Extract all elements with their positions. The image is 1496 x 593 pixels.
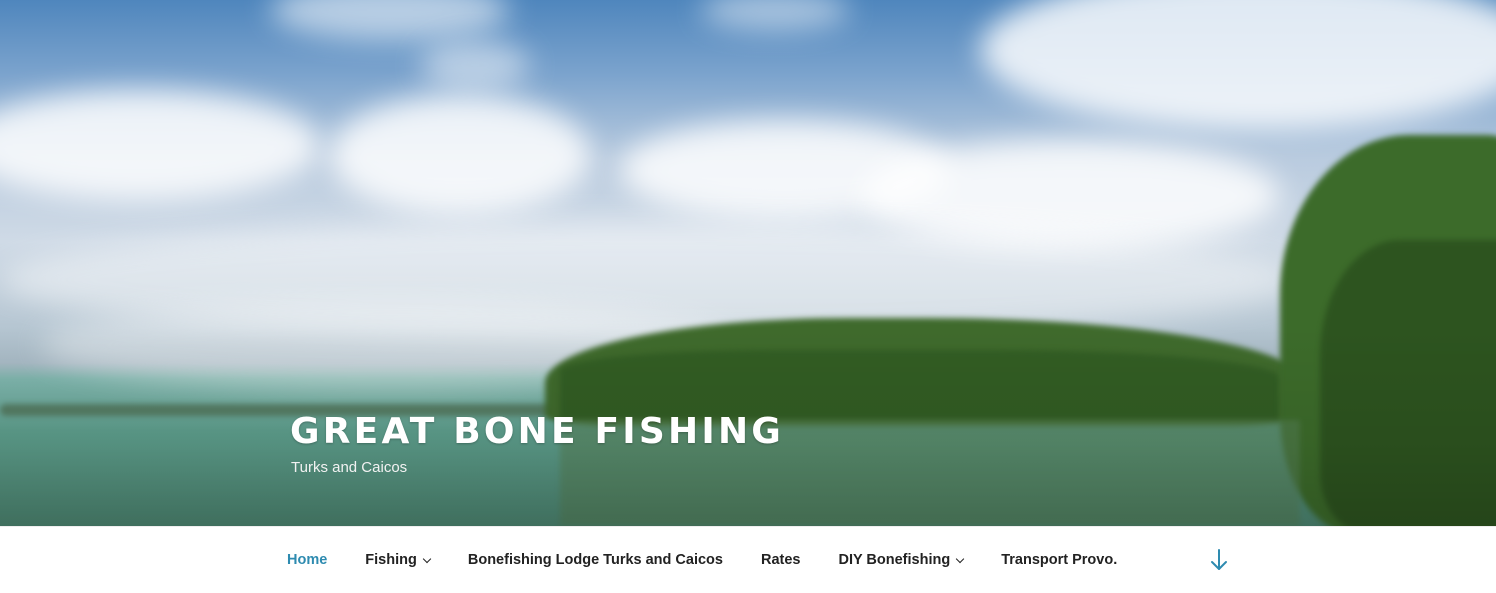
- nav-item-bonefishing-lodge[interactable]: Bonefishing Lodge Turks and Caicos: [449, 527, 742, 593]
- main-navigation: Home Fishing Bonefishing Lodge Turks and…: [0, 526, 1496, 593]
- nav-menu: Home Fishing Bonefishing Lodge Turks and…: [268, 527, 1136, 593]
- site-branding: GREAT BONE FISHING Turks and Caicos: [290, 410, 784, 478]
- nav-item-label: DIY Bonefishing: [838, 552, 951, 568]
- site-description: Turks and Caicos: [291, 459, 408, 476]
- chevron-down-icon: [422, 554, 432, 563]
- nav-item-label: Bonefishing Lodge Turks and Caicos: [467, 552, 723, 568]
- site-title[interactable]: GREAT BONE FISHING: [290, 410, 784, 454]
- nav-item-label: Fishing: [365, 552, 417, 568]
- nav-item-diy-bonefishing[interactable]: DIY Bonefishing: [819, 527, 982, 593]
- nav-item-transport[interactable]: Transport Provo.: [982, 527, 1136, 593]
- nav-item-label: Home: [287, 552, 328, 568]
- nav-item-rates[interactable]: Rates: [742, 527, 820, 593]
- nav-item-label: Rates: [760, 552, 801, 568]
- header-hero-image: GREAT BONE FISHING Turks and Caicos: [0, 0, 1496, 526]
- chevron-down-icon: [955, 554, 965, 563]
- nav-item-home[interactable]: Home: [268, 527, 346, 593]
- nav-item-label: Transport Provo.: [1001, 552, 1118, 568]
- scroll-down-arrow-icon[interactable]: [1208, 547, 1230, 573]
- nav-item-fishing[interactable]: Fishing: [346, 527, 449, 593]
